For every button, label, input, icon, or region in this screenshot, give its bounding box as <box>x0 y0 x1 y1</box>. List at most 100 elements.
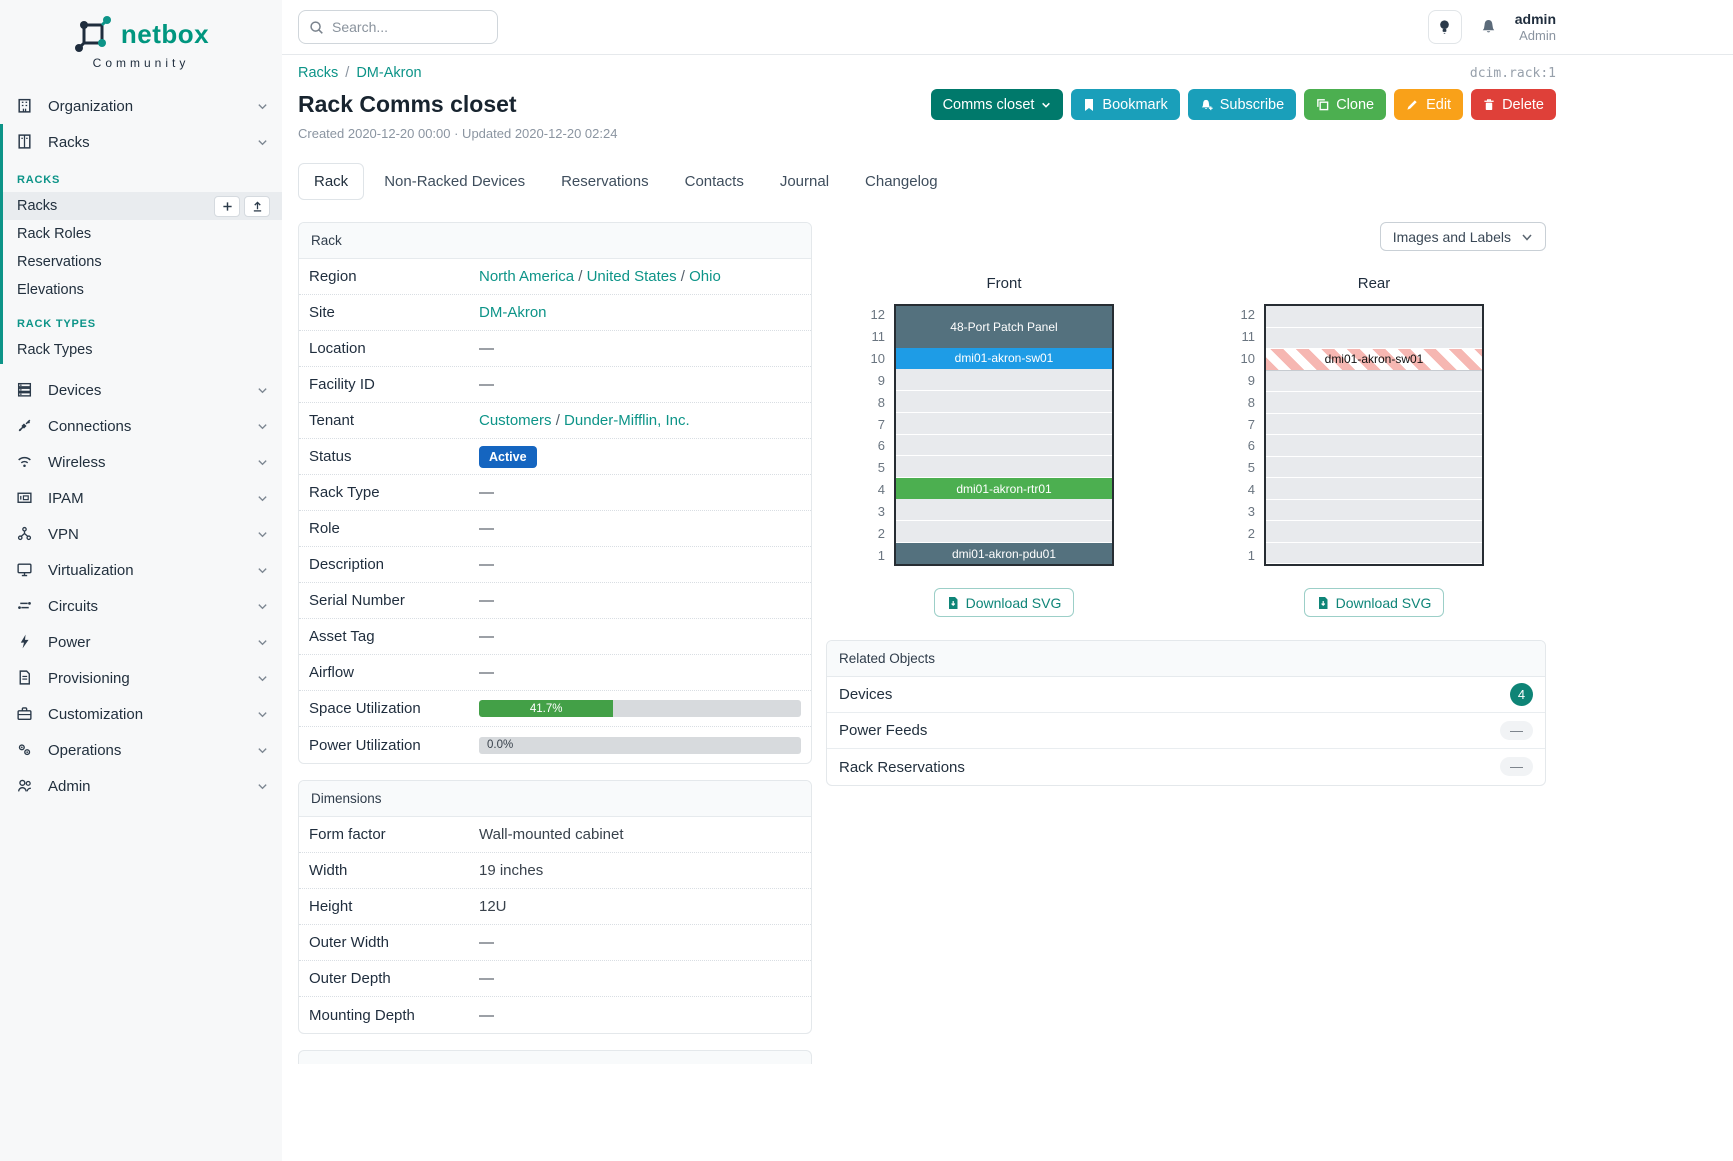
rack-slot-empty[interactable] <box>1266 543 1482 565</box>
sidebar-subitem-elevations[interactable]: Elevations <box>3 276 282 304</box>
sidebar-item-devices[interactable]: Devices <box>0 372 282 408</box>
related-devices-row[interactable]: Devices 4 <box>827 677 1545 713</box>
user-menu[interactable]: admin Admin <box>1515 11 1556 43</box>
rack-slot-empty[interactable] <box>896 435 1112 457</box>
notifications-button[interactable] <box>1480 18 1497 36</box>
sidebar-item-label: Provisioning <box>48 670 257 687</box>
sidebar-item-customization[interactable]: Customization <box>0 696 282 732</box>
tab-non-racked-devices[interactable]: Non-Racked Devices <box>368 163 541 200</box>
front-unit-labels: 1211 109 87 65 43 21 <box>860 304 894 566</box>
sidebar-item-wireless[interactable]: Wireless <box>0 444 282 480</box>
sidebar-item-label: Circuits <box>48 598 257 615</box>
sidebar-item-ipam[interactable]: IPAM <box>0 480 282 516</box>
sidebar-item-label: Racks <box>48 134 257 151</box>
sidebar-subitem-racks[interactable]: Racks <box>3 192 282 220</box>
rack-slot-empty[interactable] <box>1266 414 1482 436</box>
rack-device-router[interactable]: dmi01-akron-rtr01 <box>896 478 1112 499</box>
rack-slot-empty[interactable] <box>1266 328 1482 350</box>
sidebar-item-organization[interactable]: Organization <box>0 88 282 124</box>
clone-button[interactable]: Clone <box>1304 89 1386 120</box>
bookmark-icon <box>1083 98 1095 112</box>
tab-contacts[interactable]: Contacts <box>669 163 760 200</box>
sidebar-racks-section: Racks RACKS Racks <box>0 124 282 364</box>
rack-slot-empty[interactable] <box>896 521 1112 543</box>
chevron-down-icon <box>257 565 268 576</box>
rack-view-dropdown-button[interactable]: Comms closet <box>931 89 1064 120</box>
rack-device-switch-rear[interactable]: dmi01-akron-sw01 <box>1266 349 1482 371</box>
search-input[interactable] <box>332 19 482 35</box>
elevation-display-dropdown[interactable]: Images and Labels <box>1380 222 1546 251</box>
attr-rack-type: Rack Type — <box>299 475 811 511</box>
rack-slot-empty[interactable] <box>896 369 1112 391</box>
sidebar-item-operations[interactable]: Operations <box>0 732 282 768</box>
rack-slot-empty[interactable] <box>896 456 1112 478</box>
site-link[interactable]: DM-Akron <box>479 304 547 321</box>
bookmark-button[interactable]: Bookmark <box>1071 89 1179 120</box>
edit-button[interactable]: Edit <box>1394 89 1463 120</box>
search-box[interactable] <box>298 10 498 44</box>
rack-slot-empty[interactable] <box>1266 306 1482 328</box>
clone-label: Clone <box>1336 97 1374 113</box>
attr-role: Role — <box>299 511 811 547</box>
delete-button[interactable]: Delete <box>1471 89 1556 120</box>
sidebar-subitem-rack-types[interactable]: Rack Types <box>3 336 282 364</box>
rack-slot-empty[interactable] <box>1266 371 1482 393</box>
download-svg-front-button[interactable]: Download SVG <box>934 588 1075 617</box>
attr-location: Location — <box>299 331 811 367</box>
sidebar-item-racks[interactable]: Racks <box>3 124 282 160</box>
sidebar-item-circuits[interactable]: Circuits <box>0 588 282 624</box>
region-link[interactable]: Ohio <box>689 268 721 285</box>
rack-slot-empty[interactable] <box>896 391 1112 413</box>
sidebar-item-connections[interactable]: Connections <box>0 408 282 444</box>
sidebar-item-label: Connections <box>48 418 257 435</box>
rack-slot-empty[interactable] <box>1266 392 1482 414</box>
breadcrumb-site-link[interactable]: DM-Akron <box>356 65 421 81</box>
import-button[interactable] <box>244 196 270 217</box>
attr-height: Height 12U <box>299 889 811 925</box>
attr-outer-width: Outer Width — <box>299 925 811 961</box>
region-link[interactable]: North America <box>479 268 574 285</box>
tenant-link[interactable]: Dunder-Mifflin, Inc. <box>564 412 690 429</box>
rack-device-pdu[interactable]: dmi01-akron-pdu01 <box>896 543 1112 564</box>
theme-toggle-button[interactable] <box>1428 10 1462 44</box>
tab-reservations[interactable]: Reservations <box>545 163 665 200</box>
rack-slot-empty[interactable] <box>1266 521 1482 543</box>
rack-slot-empty[interactable] <box>896 413 1112 435</box>
sidebar-item-power[interactable]: Power <box>0 624 282 660</box>
rack-device-patch-panel[interactable]: 48-Port Patch Panel <box>896 306 1112 348</box>
rack-slot-empty[interactable] <box>1266 478 1482 500</box>
rack-slot-empty[interactable] <box>1266 435 1482 457</box>
chevron-down-icon <box>257 385 268 396</box>
rack-slot-empty[interactable] <box>1266 457 1482 479</box>
sidebar-item-provisioning[interactable]: Provisioning <box>0 660 282 696</box>
attr-status: Status Active <box>299 439 811 475</box>
breadcrumb-racks-link[interactable]: Racks <box>298 65 338 81</box>
tab-journal[interactable]: Journal <box>764 163 845 200</box>
devices-count-badge[interactable]: 4 <box>1510 683 1533 706</box>
trash-icon <box>1483 98 1495 111</box>
topbar: admin Admin <box>282 0 1733 55</box>
attr-site: Site DM-Akron <box>299 295 811 331</box>
chevron-down-icon <box>257 101 268 112</box>
download-svg-rear-button[interactable]: Download SVG <box>1304 588 1445 617</box>
subitem-label: Rack Roles <box>17 226 91 242</box>
region-link[interactable]: United States <box>587 268 677 285</box>
sidebar-subitem-reservations[interactable]: Reservations <box>3 248 282 276</box>
netbox-logo[interactable]: netbox Community <box>0 0 282 72</box>
rack-device-switch[interactable]: dmi01-akron-sw01 <box>896 348 1112 369</box>
sidebar-item-virtualization[interactable]: Virtualization <box>0 552 282 588</box>
sidebar-item-admin[interactable]: Admin <box>0 768 282 804</box>
rear-title: Rear <box>1230 275 1484 292</box>
related-rack-reservations-row[interactable]: Rack Reservations — <box>827 749 1545 785</box>
tab-changelog[interactable]: Changelog <box>849 163 954 200</box>
related-power-feeds-row[interactable]: Power Feeds — <box>827 713 1545 749</box>
subscribe-button[interactable]: Subscribe <box>1188 89 1296 120</box>
rack-slot-empty[interactable] <box>1266 500 1482 522</box>
tab-rack[interactable]: Rack <box>298 163 364 200</box>
sidebar-item-label: Wireless <box>48 454 257 471</box>
add-button[interactable] <box>214 196 240 217</box>
sidebar-item-vpn[interactable]: VPN <box>0 516 282 552</box>
sidebar-subitem-rack-roles[interactable]: Rack Roles <box>3 220 282 248</box>
tenant-group-link[interactable]: Customers <box>479 412 552 429</box>
rack-slot-empty[interactable] <box>896 499 1112 521</box>
